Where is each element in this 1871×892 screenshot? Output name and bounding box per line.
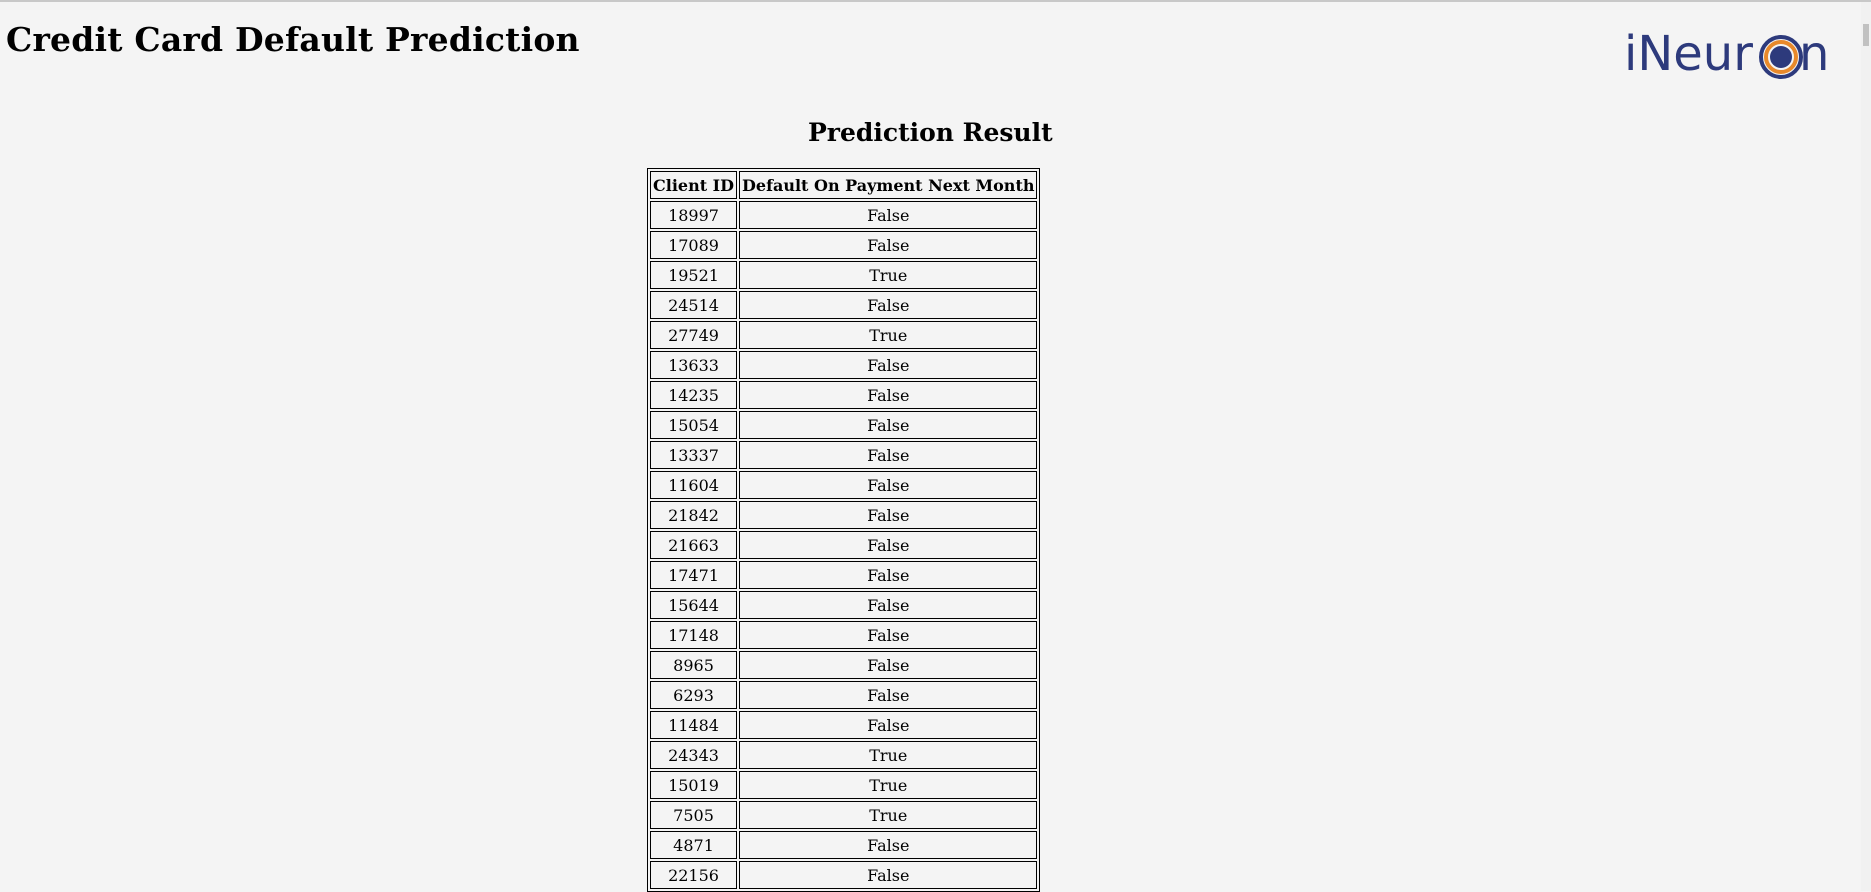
client-id-cell: 22156 xyxy=(650,861,738,889)
table-row: 17089 False xyxy=(650,231,1038,259)
default-prediction-cell: False xyxy=(739,381,1038,409)
default-prediction-cell: False xyxy=(739,441,1038,469)
column-header-default: Default On Payment Next Month xyxy=(739,171,1038,199)
default-prediction-cell: True xyxy=(739,741,1038,769)
table-row: 15644 False xyxy=(650,591,1038,619)
vertical-scrollbar[interactable] xyxy=(1861,2,1871,891)
client-id-cell: 17471 xyxy=(650,561,738,589)
client-id-cell: 18997 xyxy=(650,201,738,229)
result-heading: Prediction Result xyxy=(808,118,1053,147)
client-id-cell: 19521 xyxy=(650,261,738,289)
client-id-cell: 13337 xyxy=(650,441,738,469)
table-row: 22156 False xyxy=(650,861,1038,889)
table-row: 11484 False xyxy=(650,711,1038,739)
table-row: 8965 False xyxy=(650,651,1038,679)
default-prediction-cell: False xyxy=(739,561,1038,589)
default-prediction-cell: False xyxy=(739,501,1038,529)
table-row: 15054 False xyxy=(650,411,1038,439)
table-row: 19521 True xyxy=(650,261,1038,289)
default-prediction-cell: True xyxy=(739,261,1038,289)
client-id-cell: 14235 xyxy=(650,381,738,409)
default-prediction-cell: False xyxy=(739,471,1038,499)
table-row: 18997 False xyxy=(650,201,1038,229)
client-id-cell: 24514 xyxy=(650,291,738,319)
page-title: Credit Card Default Prediction xyxy=(6,20,580,59)
client-id-cell: 11484 xyxy=(650,711,738,739)
default-prediction-cell: False xyxy=(739,231,1038,259)
client-id-cell: 13633 xyxy=(650,351,738,379)
default-prediction-cell: False xyxy=(739,711,1038,739)
ineuron-logo[interactable]: iNeur n xyxy=(1624,26,1829,86)
default-prediction-cell: False xyxy=(739,591,1038,619)
table-row: 15019 True xyxy=(650,771,1038,799)
default-prediction-cell: True xyxy=(739,771,1038,799)
default-prediction-cell: False xyxy=(739,531,1038,559)
default-prediction-cell: False xyxy=(739,681,1038,709)
table-body: 18997 False 17089 False 19521 True 24514 False 2… xyxy=(650,201,1038,889)
table-row: 21842 False xyxy=(650,501,1038,529)
client-id-cell: 24343 xyxy=(650,741,738,769)
default-prediction-cell: False xyxy=(739,351,1038,379)
default-prediction-cell: False xyxy=(739,861,1038,889)
table-row: 13633 False xyxy=(650,351,1038,379)
client-id-cell: 6293 xyxy=(650,681,738,709)
table-row: 21663 False xyxy=(650,531,1038,559)
client-id-cell: 15644 xyxy=(650,591,738,619)
table-row: 7505 True xyxy=(650,801,1038,829)
default-prediction-cell: True xyxy=(739,801,1038,829)
client-id-cell: 7505 xyxy=(650,801,738,829)
table-row: 24343 True xyxy=(650,741,1038,769)
table-row: 11604 False xyxy=(650,471,1038,499)
client-id-cell: 11604 xyxy=(650,471,738,499)
client-id-cell: 21663 xyxy=(650,531,738,559)
table-row: 14235 False xyxy=(650,381,1038,409)
client-id-cell: 27749 xyxy=(650,321,738,349)
client-id-cell: 4871 xyxy=(650,831,738,859)
client-id-cell: 17148 xyxy=(650,621,738,649)
default-prediction-cell: False xyxy=(739,621,1038,649)
default-prediction-cell: False xyxy=(739,831,1038,859)
default-prediction-cell: True xyxy=(739,321,1038,349)
default-prediction-cell: False xyxy=(739,201,1038,229)
table-row: 24514 False xyxy=(650,291,1038,319)
prediction-table: Client ID Default On Payment Next Month … xyxy=(647,168,1041,892)
table-header-row: Client ID Default On Payment Next Month xyxy=(650,171,1038,199)
client-id-cell: 15054 xyxy=(650,411,738,439)
client-id-cell: 17089 xyxy=(650,231,738,259)
table-row: 17471 False xyxy=(650,561,1038,589)
logo-ring-icon xyxy=(1759,35,1803,79)
client-id-cell: 15019 xyxy=(650,771,738,799)
table-row: 27749 True xyxy=(650,321,1038,349)
default-prediction-cell: False xyxy=(739,411,1038,439)
default-prediction-cell: False xyxy=(739,651,1038,679)
client-id-cell: 8965 xyxy=(650,651,738,679)
table-row: 13337 False xyxy=(650,441,1038,469)
table-row: 6293 False xyxy=(650,681,1038,709)
column-header-client-id: Client ID xyxy=(650,171,738,199)
table-row: 17148 False xyxy=(650,621,1038,649)
top-border xyxy=(0,0,1871,2)
default-prediction-cell: False xyxy=(739,291,1038,319)
scrollbar-thumb[interactable] xyxy=(1863,24,1869,46)
table-row: 4871 False xyxy=(650,831,1038,859)
client-id-cell: 21842 xyxy=(650,501,738,529)
